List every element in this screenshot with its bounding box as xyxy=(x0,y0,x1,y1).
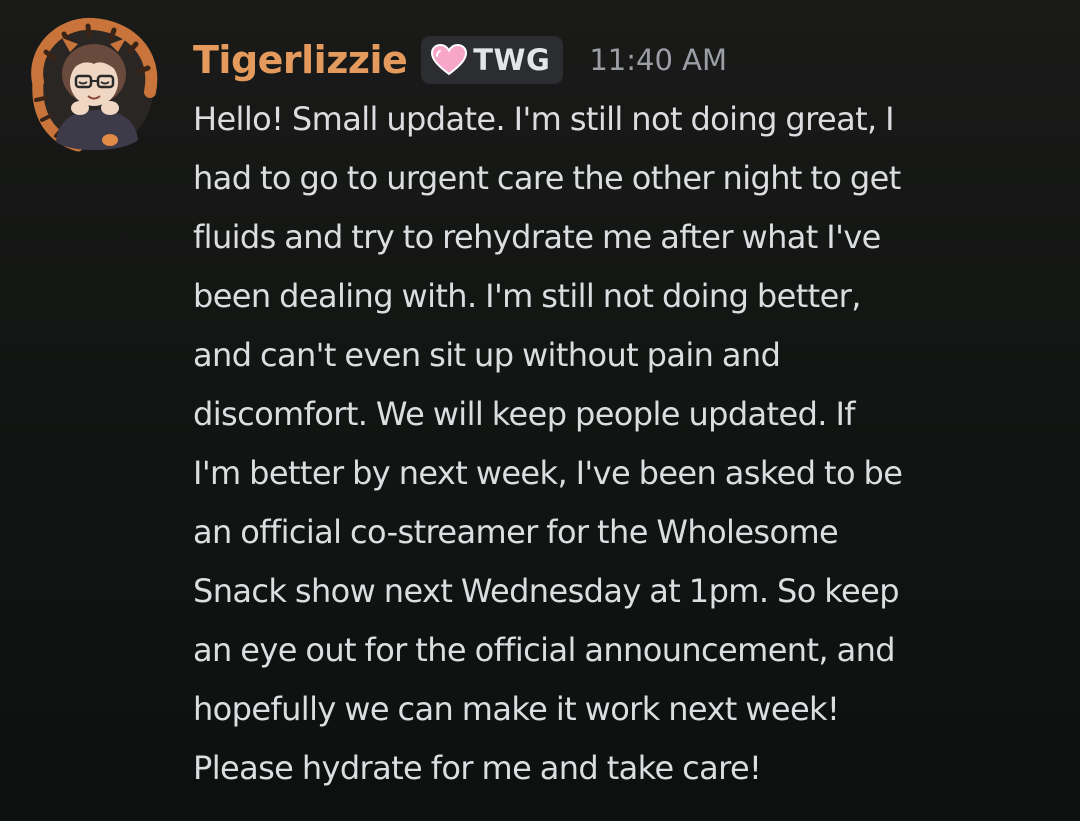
message-line: had to go to urgent care the other night… xyxy=(193,159,901,197)
message-line: an official co-streamer for the Wholesom… xyxy=(193,513,839,551)
chat-message: Tigerlizzie TWG 11:40 AM Hello! Small up… xyxy=(0,0,1080,821)
user-avatar[interactable] xyxy=(18,12,168,162)
message-line: and can't even sit up without pain and xyxy=(193,336,781,374)
server-tag-label: TWG xyxy=(473,43,551,77)
message-line: I'm better by next week, I've been asked… xyxy=(193,454,903,492)
heart-icon xyxy=(431,44,468,76)
message-line: discomfort. We will keep people updated.… xyxy=(193,395,856,433)
message-line: Hello! Small update. I'm still not doing… xyxy=(193,100,895,138)
username[interactable]: Tigerlizzie xyxy=(193,38,408,82)
message-line: Please hydrate for me and take care! xyxy=(193,749,762,787)
message-line: been dealing with. I'm still not doing b… xyxy=(193,277,861,315)
message-header: Tigerlizzie TWG 11:40 AM xyxy=(193,30,727,90)
message-line: Snack show next Wednesday at 1pm. So kee… xyxy=(193,572,900,610)
message-line: hopefully we can make it work next week! xyxy=(193,690,840,728)
message-line: an eye out for the official announcement… xyxy=(193,631,896,669)
avatar-icon xyxy=(31,17,158,152)
server-tag-badge[interactable]: TWG xyxy=(421,36,564,84)
message-content: Hello! Small update. I'm still not doing… xyxy=(193,90,1073,798)
message-timestamp[interactable]: 11:40 AM xyxy=(589,43,727,77)
message-line: fluids and try to rehydrate me after wha… xyxy=(193,218,881,256)
